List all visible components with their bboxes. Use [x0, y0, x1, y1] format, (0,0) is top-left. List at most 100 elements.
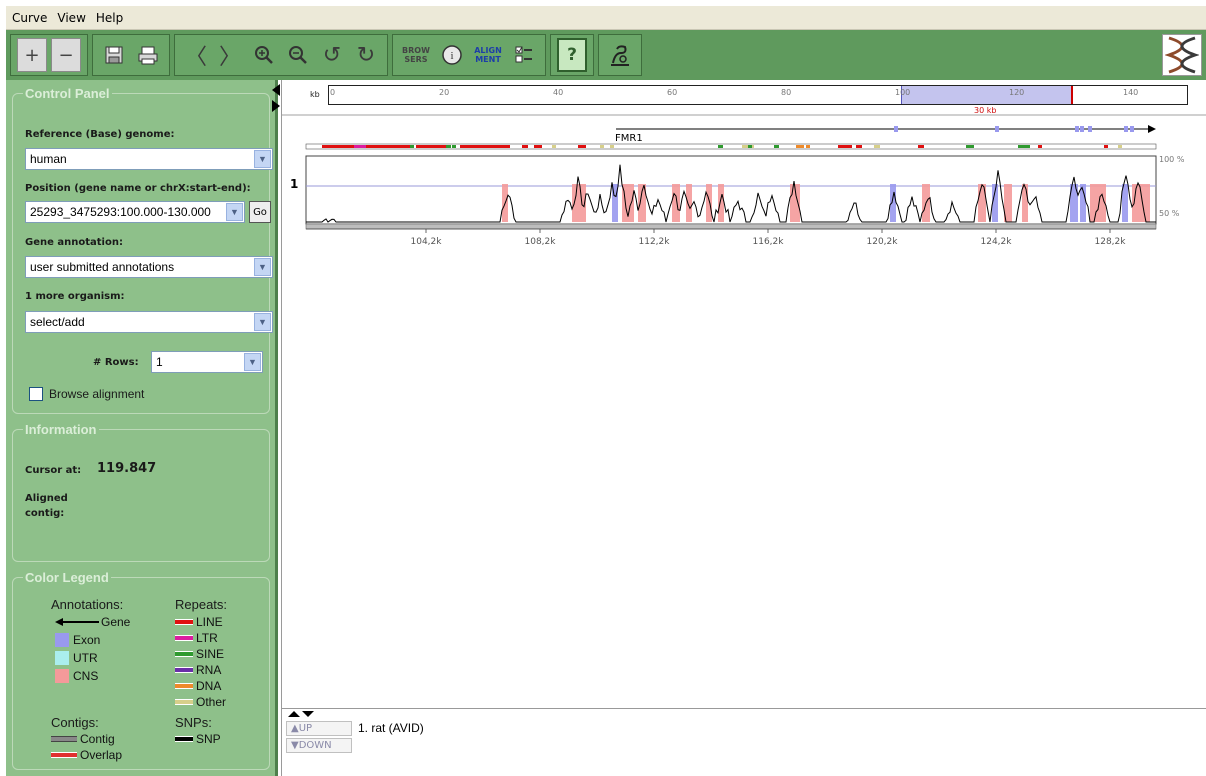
- ruler-window-size: 30 kb: [974, 106, 997, 115]
- overview-ruler[interactable]: 0 20 40 60 80 100 120 140: [328, 85, 1188, 105]
- repeats-heading: Repeats:: [175, 597, 228, 612]
- chevron-down-icon[interactable]: ▼: [254, 313, 271, 331]
- down-button[interactable]: ▼DOWN: [286, 738, 352, 753]
- repeat-mark: [446, 145, 451, 148]
- menu-help[interactable]: Help: [96, 11, 123, 25]
- gene-name-label: FMR1: [615, 133, 643, 144]
- legend-rna-label: RNA: [196, 663, 222, 677]
- print-icon[interactable]: [133, 38, 163, 72]
- legend-exon: Exon: [55, 633, 100, 647]
- chevron-down-icon[interactable]: ▼: [244, 353, 261, 371]
- add-track-icon[interactable]: +: [17, 38, 47, 72]
- left-panel: Control Panel Reference (Base) genome: h…: [6, 80, 278, 776]
- chevron-down-icon[interactable]: ▼: [226, 203, 243, 221]
- cns-region: [890, 184, 896, 222]
- rows-select[interactable]: 1 ▼: [151, 351, 263, 373]
- repeat-mark: [578, 145, 586, 148]
- toolbar-group-navigation: 〈 〉 ↺ ↻: [174, 34, 388, 76]
- alignment-button[interactable]: ALIGN MENT: [471, 38, 505, 72]
- help-button[interactable]: ?: [557, 38, 587, 72]
- dna-logo-icon: [1162, 34, 1202, 76]
- repeat-mark: [460, 145, 510, 148]
- chevron-left-icon[interactable]: 〈: [181, 38, 211, 72]
- save-icon[interactable]: [99, 38, 129, 72]
- gene-arrowhead: [1148, 125, 1156, 133]
- splitter-arrows-icon[interactable]: [286, 710, 318, 718]
- repeat-mark: [748, 145, 752, 148]
- x-tick-label: 112,2k: [639, 237, 671, 247]
- repeat-mark: [552, 145, 556, 148]
- position-label: Position (gene name or chrX:start-end):: [25, 183, 251, 194]
- x-tick-label: 120,2k: [867, 237, 899, 247]
- info-icon[interactable]: i: [437, 38, 467, 72]
- ruler-selection-window[interactable]: [901, 86, 1073, 104]
- organism-list-bar: ▲UP ▼DOWN 1. rat (AVID): [282, 708, 1206, 776]
- ruler-unit: kb: [310, 90, 320, 99]
- cns-region: [672, 184, 680, 222]
- cns-swatch: [55, 669, 69, 683]
- collapse-arrows-icon[interactable]: [272, 82, 284, 118]
- reference-genome-value: human: [30, 152, 67, 166]
- rows-label: # Rows:: [93, 357, 139, 368]
- chevron-down-icon[interactable]: ▼: [254, 258, 271, 276]
- gene-annotation-value: user submitted annotations: [30, 260, 175, 274]
- zoom-in-icon[interactable]: [249, 38, 279, 72]
- redo-icon[interactable]: ↻: [351, 38, 381, 72]
- up-button[interactable]: ▲UP: [286, 721, 352, 736]
- browsers-button[interactable]: BROW SERS: [399, 38, 433, 72]
- line-swatch: [175, 619, 193, 625]
- conservation-track[interactable]: 1 FMR1 100 % 50 % 104,2k 108,2k 112,2k 116,…: [282, 118, 1206, 318]
- contig-swatch: [51, 736, 77, 742]
- repeat-mark: [856, 145, 862, 148]
- remove-track-icon[interactable]: −: [51, 38, 81, 72]
- legend-cns-label: CNS: [73, 669, 99, 683]
- organism-select[interactable]: select/add ▼: [25, 311, 273, 333]
- legend-cns: CNS: [55, 669, 98, 683]
- snp-swatch: [175, 736, 193, 742]
- position-input[interactable]: 25293_3475293:100.000-130.000 ▼: [25, 201, 245, 223]
- cns-region: [1132, 184, 1150, 222]
- rna-swatch: [175, 667, 193, 673]
- ruler-label-60: 60: [667, 88, 678, 97]
- legend-sine-label: SINE: [196, 647, 225, 661]
- menu-view[interactable]: View: [57, 11, 85, 25]
- legend-gene-label: Gene: [101, 615, 131, 629]
- zoom-out-icon[interactable]: [283, 38, 313, 72]
- x-tick-label: 108,2k: [525, 237, 557, 247]
- legend-dna-label: DNA: [196, 679, 222, 693]
- undo-icon[interactable]: ↺: [317, 38, 347, 72]
- color-legend-title: Color Legend: [25, 570, 109, 585]
- repeat-mark: [322, 145, 354, 148]
- go-button[interactable]: Go: [249, 201, 271, 223]
- chevron-down-icon[interactable]: ▼: [254, 150, 271, 168]
- gene-annotation-select[interactable]: user submitted annotations ▼: [25, 256, 273, 278]
- repeat-mark: [1118, 145, 1122, 148]
- menu-curve[interactable]: Curve: [12, 11, 47, 25]
- x-axis: 104,2k 108,2k 112,2k 116,2k 120,2k 124,2k 128,…: [306, 228, 1156, 247]
- browse-alignment-checkbox[interactable]: [29, 387, 43, 401]
- overview-ruler-bar: kb 0 20 40 60 80 100 120 140 30 kb: [272, 80, 1206, 116]
- ruler-label-120: 120: [1009, 88, 1025, 97]
- color-legend-panel: Color Legend Annotations: Repeats: Gene …: [12, 570, 270, 770]
- repeat-mark: [410, 145, 414, 148]
- menu-bar: Curve View Help: [6, 6, 1206, 30]
- legend-contig-label: Contig: [80, 732, 115, 746]
- chevron-right-icon[interactable]: 〉: [215, 38, 245, 72]
- repeat-mark: [718, 145, 723, 148]
- exon-mark: [1088, 126, 1092, 132]
- cns-region: [718, 184, 724, 222]
- legend-other: Other: [175, 695, 226, 709]
- x-tick-label: 124,2k: [981, 237, 1013, 247]
- checklist-icon[interactable]: [509, 38, 539, 72]
- organism-entry[interactable]: 1. rat (AVID): [358, 721, 424, 735]
- organism-value: select/add: [30, 315, 85, 329]
- cns-region: [686, 184, 692, 222]
- cns-region: [706, 184, 712, 222]
- repeat-mark: [610, 145, 614, 148]
- legend-utr-label: UTR: [73, 651, 98, 665]
- legend-dna: DNA: [175, 679, 221, 693]
- organism-icon[interactable]: [605, 38, 635, 72]
- toolbar-group-view: BROW SERS i ALIGN MENT: [392, 34, 546, 76]
- pct-top-label: 100 %: [1159, 155, 1185, 164]
- reference-genome-select[interactable]: human ▼: [25, 148, 273, 170]
